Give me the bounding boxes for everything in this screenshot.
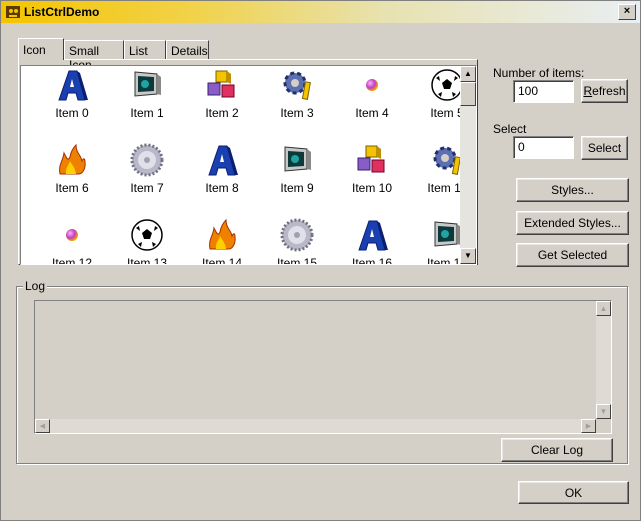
ball-icon (355, 68, 389, 102)
styles-button[interactable]: Styles... (516, 178, 629, 202)
tab-label: List (129, 44, 148, 58)
list-item-label: Item 0 (55, 106, 89, 120)
fire-icon (55, 143, 89, 177)
tab-small-icon[interactable]: Small Icon (64, 40, 124, 72)
list-item[interactable]: Item 13 (110, 218, 184, 265)
blocks-icon (355, 143, 389, 177)
letter-a-icon (55, 68, 89, 102)
clear-log-button[interactable]: Clear Log (501, 438, 613, 462)
list-item[interactable]: Item 1 (110, 68, 184, 120)
gear-pencil-icon (430, 143, 464, 177)
list-item-label: Item 2 (205, 106, 239, 120)
list-item[interactable]: Item 9 (260, 143, 334, 195)
list-item-label: Item 7 (130, 181, 164, 195)
log-textarea[interactable]: ▲ ▼ ◀ ▶ (34, 300, 612, 434)
tab-label: Details (171, 44, 208, 58)
list-scrollbar[interactable]: ▲ ▼ (460, 66, 476, 264)
title-bar[interactable]: ListCtrlDemo × (1, 1, 640, 23)
scroll-thumb[interactable] (460, 82, 476, 106)
log-vscrollbar[interactable]: ▲ ▼ (596, 301, 611, 419)
list-item-label: Item 15 (276, 256, 318, 265)
get-selected-button[interactable]: Get Selected (516, 243, 629, 267)
select-input[interactable]: 0 (513, 136, 574, 159)
monitor-icon (130, 68, 164, 102)
soccer-ball-icon (130, 218, 164, 252)
refresh-button[interactable]: Refresh (581, 79, 628, 103)
list-item-label: Item 12 (51, 256, 93, 265)
list-item[interactable]: Item 7 (110, 143, 184, 195)
list-item-label: Item 3 (280, 106, 314, 120)
get-selected-button-label: Get Selected (537, 248, 608, 262)
list-item[interactable]: Item 6 (35, 143, 109, 195)
log-scroll-right-button[interactable]: ▶ (581, 419, 596, 433)
fire-icon (205, 218, 239, 252)
letter-a-icon (355, 218, 389, 252)
list-item[interactable]: Item 15 (260, 218, 334, 265)
close-button[interactable]: × (618, 4, 636, 20)
log-scroll-down-button[interactable]: ▼ (596, 404, 611, 419)
tab-details[interactable]: Details (166, 40, 209, 59)
ok-button-label: OK (564, 486, 583, 500)
list-item[interactable]: Item 0 (35, 68, 109, 120)
tab-label: Icon (23, 43, 46, 57)
select-button[interactable]: Select (581, 136, 628, 160)
ball-icon (55, 218, 89, 252)
list-item-label: Item 8 (205, 181, 239, 195)
refresh-label: efresh (592, 84, 626, 98)
gear-pencil-icon (280, 68, 314, 102)
letter-a-icon (205, 143, 239, 177)
list-item-label: Item 1 (130, 106, 164, 120)
list-item-label: Item 6 (55, 181, 89, 195)
sawblade-icon (130, 143, 164, 177)
log-scroll-left-button[interactable]: ◀ (35, 419, 50, 433)
list-item[interactable]: Item 2 (185, 68, 259, 120)
tab-icon[interactable]: Icon (18, 38, 64, 60)
num-items-input[interactable]: 100 (513, 80, 574, 103)
list-item[interactable]: Item 14 (185, 218, 259, 265)
log-hscrollbar[interactable]: ◀ ▶ (35, 419, 596, 433)
list-item-label: Item 10 (351, 181, 393, 195)
sawblade-icon (280, 218, 314, 252)
blocks-icon (205, 68, 239, 102)
num-items-label: Number of items: (493, 66, 585, 80)
list-item[interactable]: Item 3 (260, 68, 334, 120)
soccer-ball-icon (430, 68, 464, 102)
list-item-label: Item 4 (355, 106, 389, 120)
list-item[interactable]: Item 4 (335, 68, 409, 120)
list-item-label: Item 13 (126, 256, 168, 265)
log-group-label: Log (23, 279, 48, 293)
close-icon: × (623, 5, 631, 17)
list-item[interactable]: Item 16 (335, 218, 409, 265)
clear-log-label: Clear Log (530, 443, 584, 457)
scroll-up-button[interactable]: ▲ (460, 66, 476, 82)
list-item[interactable]: Item 8 (185, 143, 259, 195)
scroll-down-button[interactable]: ▼ (460, 248, 476, 264)
ok-button[interactable]: OK (518, 481, 629, 504)
monitor-icon (430, 218, 464, 252)
list-item-label: Item 9 (280, 181, 314, 195)
monitor-icon (280, 143, 314, 177)
select-label: Select (493, 122, 527, 136)
main-window: ListCtrlDemo × Icon Small Icon List Deta… (0, 0, 641, 521)
extended-styles-button[interactable]: Extended Styles... (516, 211, 629, 235)
list-view[interactable]: Item 0 Item 1 Item 2 Item 3 Item 4 Item 5 Item… (20, 65, 477, 265)
list-item[interactable]: Item 12 (35, 218, 109, 265)
list-item[interactable]: Item 10 (335, 143, 409, 195)
extended-styles-button-label: Extended Styles... (524, 216, 621, 230)
select-button-label: Select (587, 141, 622, 155)
list-item-label: Item 16 (351, 256, 393, 265)
log-scroll-corner (596, 419, 611, 433)
app-icon (6, 6, 20, 18)
list-item-label: Item 14 (201, 256, 243, 265)
tab-list[interactable]: List (124, 40, 166, 59)
window-title: ListCtrlDemo (24, 5, 100, 19)
log-scroll-up-button[interactable]: ▲ (596, 301, 611, 316)
styles-button-label: Styles... (551, 183, 594, 197)
